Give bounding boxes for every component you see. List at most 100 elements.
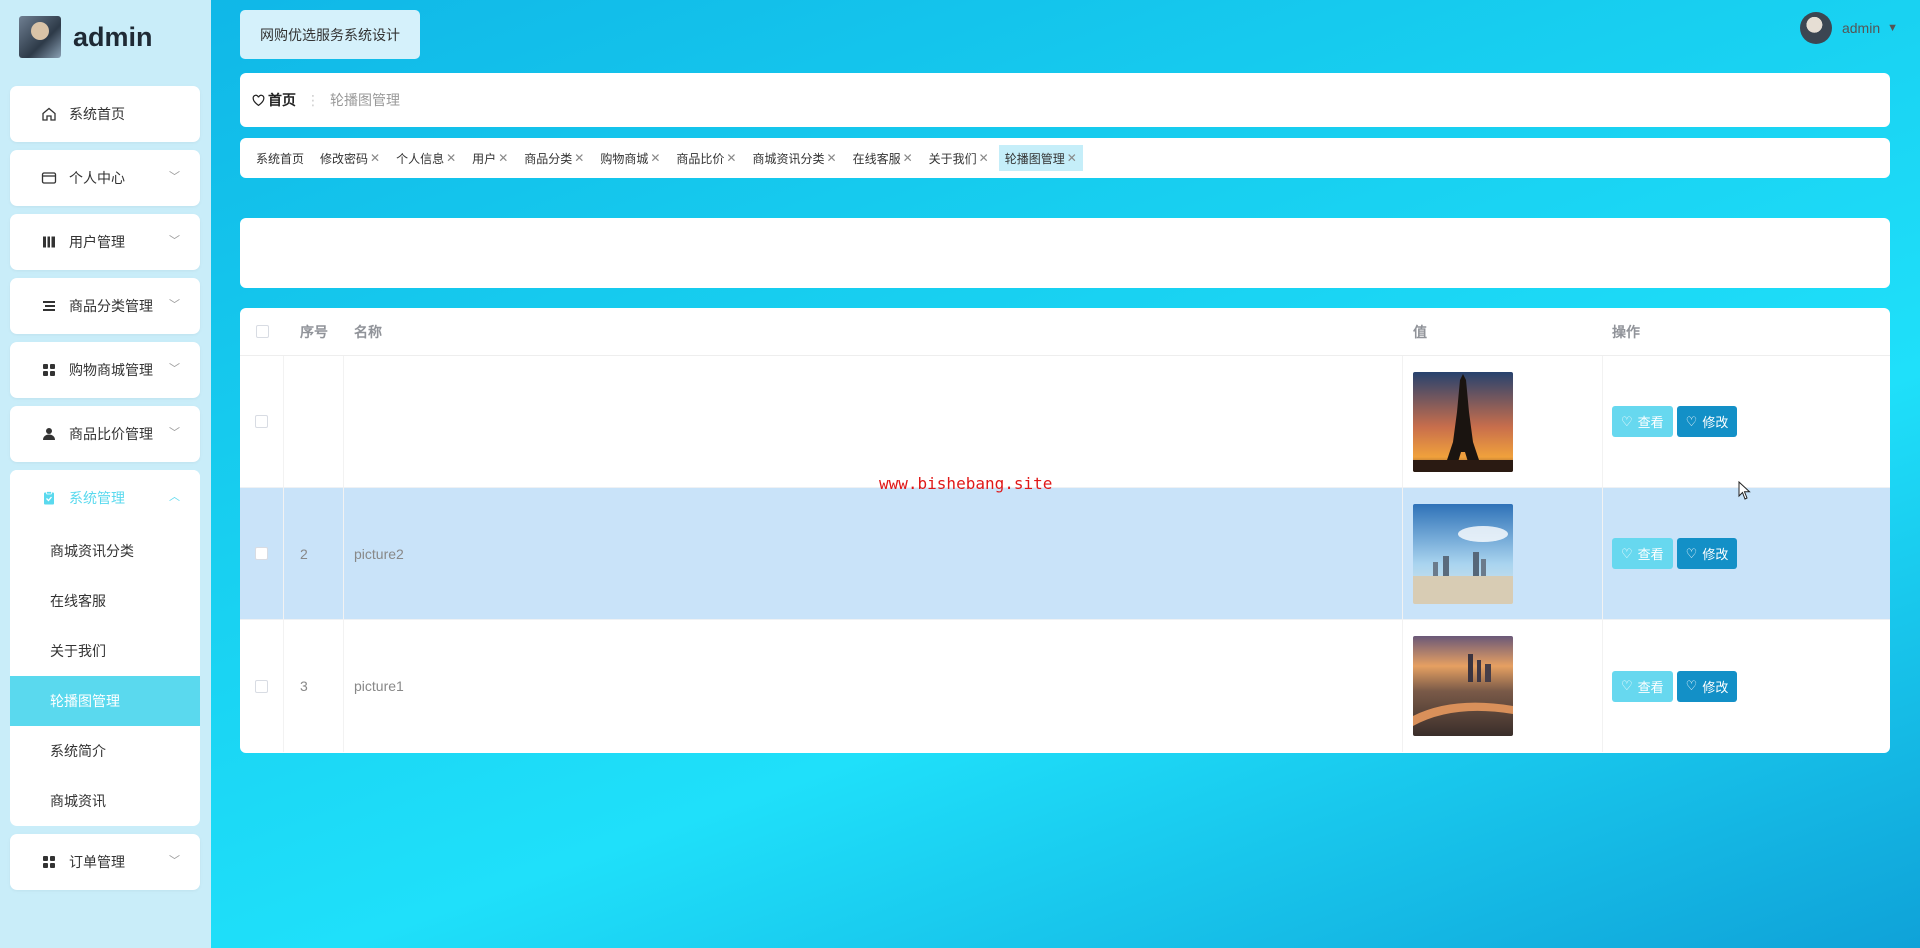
tab-personal-info[interactable]: 个人信息 ✕ xyxy=(390,145,462,171)
table-row[interactable]: 3 picture1 ♡ 查看 ♡ 修改 xyxy=(240,620,1890,752)
tab-label: 在线客服 xyxy=(852,151,901,166)
heart-icon: ♡ xyxy=(1685,413,1698,429)
sidebar-sub-online-service[interactable]: 在线客服 xyxy=(10,576,200,626)
tab-mall[interactable]: 购物商城 ✕ xyxy=(594,145,666,171)
row-checkbox[interactable] xyxy=(255,679,268,693)
sidebar-item-mall-management[interactable]: 购物商城管理 ﹀ xyxy=(10,342,200,398)
row-index: 2 xyxy=(284,488,344,619)
search-panel xyxy=(240,218,1890,288)
watermark-text: www.bishebang.site xyxy=(879,474,1053,493)
table-row[interactable]: ♡ 查看 ♡ 修改 xyxy=(240,356,1890,488)
chevron-up-icon: ︿ xyxy=(169,491,180,503)
table-row[interactable]: 2 picture2 ♡ 查看 ♡ 修改 xyxy=(240,488,1890,620)
header-name: 名称 xyxy=(354,323,382,340)
sidebar-sub-carousel-management[interactable]: 轮播图管理 xyxy=(10,676,200,726)
tab-label: 商城资讯分类 xyxy=(752,151,825,166)
tab-news-category[interactable]: 商城资讯分类 ✕ xyxy=(746,145,842,171)
close-icon[interactable]: ✕ xyxy=(903,151,913,165)
tab-label: 修改密码 xyxy=(320,151,369,166)
tab-online-service[interactable]: 在线客服 ✕ xyxy=(847,145,919,171)
tab-price-compare[interactable]: 商品比价 ✕ xyxy=(670,145,742,171)
sidebar-sub-about-us[interactable]: 关于我们 xyxy=(10,626,200,676)
sidebar-menu: 系统首页 个人中心 ﹀ 用户管理 ﹀ 商品分类管理 ﹀ 购物商城管理 ﹀ 商品比… xyxy=(10,86,200,898)
sidebar-item-personal-center[interactable]: 个人中心 ﹀ xyxy=(10,150,200,206)
tab-label: 系统首页 xyxy=(256,151,305,166)
breadcrumb-home[interactable]: 首页 xyxy=(252,90,296,110)
tab-label: 轮播图管理 xyxy=(1004,151,1065,166)
row-name: picture1 xyxy=(344,620,1403,752)
tab-label: 用户 xyxy=(472,151,497,166)
edit-button[interactable]: ♡ 修改 xyxy=(1676,538,1738,569)
close-icon[interactable]: ✕ xyxy=(979,151,989,165)
caret-down-icon: ▼ xyxy=(1887,22,1898,34)
river-city-aerial-image[interactable] xyxy=(1413,636,1513,736)
brand: admin xyxy=(19,16,153,58)
sidebar-sub-system-intro[interactable]: 系统简介 xyxy=(10,726,200,776)
close-icon[interactable]: ✕ xyxy=(1067,151,1077,165)
chevron-down-icon: ﹀ xyxy=(169,235,180,247)
avatar xyxy=(19,16,61,58)
sidebar-sub-news-category[interactable]: 商城资讯分类 xyxy=(10,526,200,576)
sidebar-item-label: 订单管理 xyxy=(69,854,125,870)
breadcrumb: 首页 ⋮ 轮播图管理 xyxy=(240,73,1890,127)
sidebar-item-order-management[interactable]: 订单管理 ﹀ xyxy=(10,834,200,890)
close-icon[interactable]: ✕ xyxy=(827,151,837,165)
sidebar-item-price-compare[interactable]: 商品比价管理 ﹀ xyxy=(10,406,200,462)
sidebar-item-user-management[interactable]: 用户管理 ﹀ xyxy=(10,214,200,270)
table-header: 序号 名称 值 操作 xyxy=(240,308,1890,356)
select-all-checkbox[interactable] xyxy=(255,325,269,338)
close-icon[interactable]: ✕ xyxy=(650,151,660,165)
view-button[interactable]: ♡ 查看 xyxy=(1612,538,1673,569)
edit-button[interactable]: ♡ 修改 xyxy=(1676,670,1738,702)
sidebar-item-system-management[interactable]: 系统管理 ︿ xyxy=(10,470,200,526)
sidebar-item-label: 个人中心 xyxy=(69,170,125,186)
heart-icon: ♡ xyxy=(1621,678,1633,693)
view-label: 查看 xyxy=(1637,547,1664,562)
tab-about-us[interactable]: 关于我们 ✕ xyxy=(923,145,995,171)
tab-user[interactable]: 用户 ✕ xyxy=(466,145,514,171)
system-title: 网购优选服务系统设计 xyxy=(240,10,420,59)
tab-change-password[interactable]: 修改密码 ✕ xyxy=(314,145,386,171)
edit-label: 修改 xyxy=(1702,415,1729,430)
close-icon[interactable]: ✕ xyxy=(370,151,380,165)
tab-home[interactable]: 系统首页 xyxy=(250,145,310,171)
view-button[interactable]: ♡ 查看 xyxy=(1612,406,1673,437)
edit-button[interactable]: ♡ 修改 xyxy=(1676,406,1738,437)
header-value: 值 xyxy=(1413,323,1427,340)
view-button[interactable]: ♡ 查看 xyxy=(1612,670,1673,702)
header-operation: 操作 xyxy=(1612,323,1640,340)
close-icon[interactable]: ✕ xyxy=(498,151,508,165)
tab-label: 购物商城 xyxy=(600,151,649,166)
heart-icon: ♡ xyxy=(1621,545,1633,561)
sidebar-group-system: 系统管理 ︿ 商城资讯分类 在线客服 关于我们 轮播图管理 系统简介 商城资讯 xyxy=(10,470,200,826)
close-icon[interactable]: ✕ xyxy=(574,151,584,165)
tab-carousel-management[interactable]: 轮播图管理 ✕ xyxy=(998,145,1083,171)
heart-icon xyxy=(252,94,265,107)
edit-label: 修改 xyxy=(1702,679,1729,695)
tab-category[interactable]: 商品分类 ✕ xyxy=(518,145,590,171)
eiffel-tower-sunset-image[interactable] xyxy=(1413,371,1513,472)
chevron-down-icon: ﹀ xyxy=(169,855,180,867)
user-icon xyxy=(41,426,57,442)
close-icon[interactable]: ✕ xyxy=(726,151,736,165)
user-menu[interactable]: admin ▼ xyxy=(1799,12,1898,44)
clipboard-icon xyxy=(41,490,57,506)
sidebar: admin 系统首页 个人中心 ﹀ 用户管理 ﹀ 商品分类管理 ﹀ 购物商城管理… xyxy=(0,0,211,948)
sidebar-item-home[interactable]: 系统首页 xyxy=(10,86,200,142)
sidebar-item-category-management[interactable]: 商品分类管理 ﹀ xyxy=(10,278,200,334)
view-label: 查看 xyxy=(1637,679,1664,695)
user-name: admin xyxy=(1841,20,1881,36)
tags-view: 系统首页 修改密码 ✕ 个人信息 ✕ 用户 ✕ 商品分类 ✕ 购物商城 ✕ 商品比价 ✕ 商… xyxy=(240,138,1890,178)
sidebar-item-label: 商品比价管理 xyxy=(69,426,153,442)
row-name: picture2 xyxy=(344,488,1403,619)
close-icon[interactable]: ✕ xyxy=(446,151,456,165)
row-checkbox[interactable] xyxy=(255,547,268,560)
chevron-down-icon: ﹀ xyxy=(169,427,180,439)
edit-label: 修改 xyxy=(1702,547,1729,562)
breadcrumb-home-label: 首页 xyxy=(268,92,296,108)
city-skyline-image[interactable] xyxy=(1413,503,1513,604)
tab-label: 关于我们 xyxy=(928,151,977,166)
id-card-icon xyxy=(41,170,57,186)
row-checkbox[interactable] xyxy=(255,415,268,428)
sidebar-sub-mall-news[interactable]: 商城资讯 xyxy=(10,776,200,826)
